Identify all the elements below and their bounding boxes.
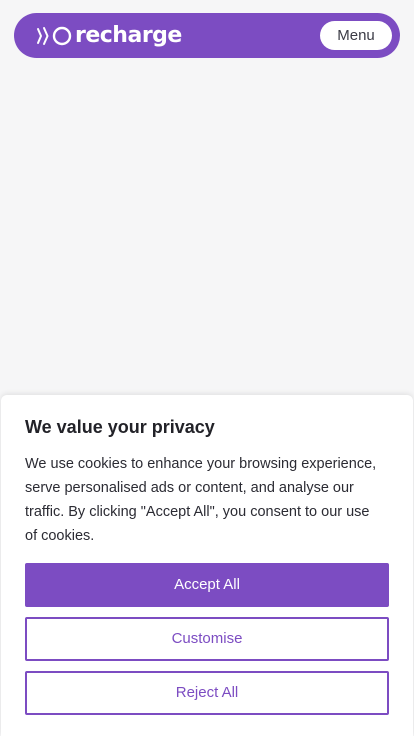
logo-wordmark: recharge	[75, 23, 182, 48]
top-navbar: recharge Menu	[14, 13, 400, 58]
cookie-banner-title: We value your privacy	[25, 417, 215, 437]
accept-all-button[interactable]: Accept All	[25, 563, 389, 607]
recharge-logo-icon	[36, 26, 72, 46]
customise-button[interactable]: Customise	[25, 617, 389, 661]
reject-all-button[interactable]: Reject All	[25, 671, 389, 715]
page: recharge Menu We value your privacy We u…	[0, 0, 414, 736]
home-logo-link[interactable]: recharge	[36, 23, 182, 49]
cookie-consent-banner: We value your privacy We use cookies to …	[1, 395, 413, 736]
menu-button[interactable]: Menu	[320, 21, 392, 50]
cookie-banner-description: We use cookies to enhance your browsing …	[25, 456, 377, 544]
